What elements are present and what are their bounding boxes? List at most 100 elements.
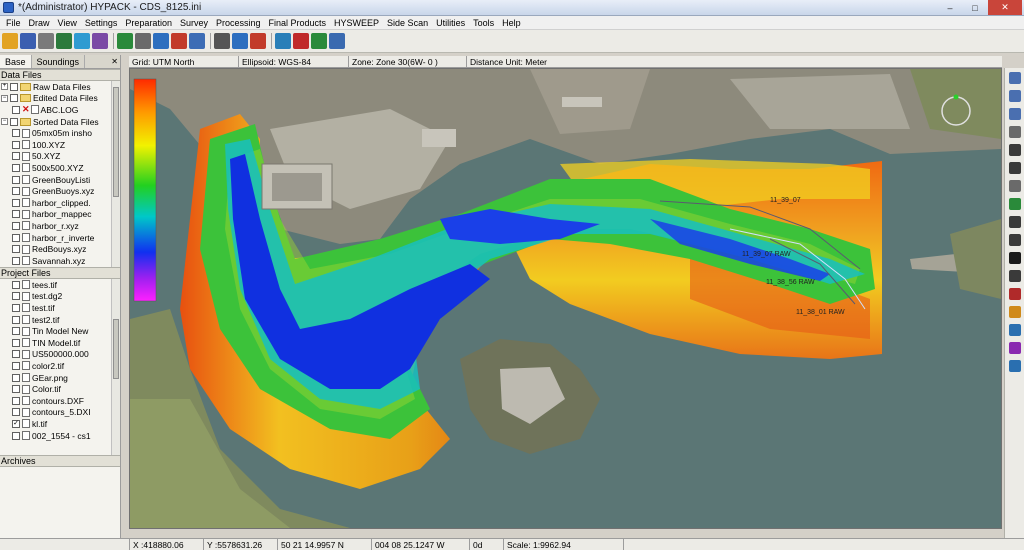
expand-toggle-icon[interactable]: − xyxy=(1,118,8,126)
color-map-icon[interactable] xyxy=(74,33,90,49)
profile-icon[interactable] xyxy=(275,33,291,49)
project-file-row[interactable]: contours.DXF xyxy=(0,395,120,407)
file-checkbox[interactable] xyxy=(12,221,20,230)
expand-toggle-icon[interactable]: − xyxy=(1,94,8,102)
menu-utilities[interactable]: Utilities xyxy=(432,18,469,28)
info-icon[interactable] xyxy=(1008,360,1021,372)
pencil-icon[interactable] xyxy=(1008,306,1021,318)
map-view[interactable]: 11_39_07 11_39_07 RAW 11_38_56 RAW 11_38… xyxy=(129,68,1002,529)
tree-file[interactable]: harbor_mappec xyxy=(0,209,120,221)
file-checkbox[interactable] xyxy=(12,385,20,394)
settings-icon[interactable] xyxy=(232,33,248,49)
grid-icon[interactable] xyxy=(189,33,205,49)
wand-icon[interactable] xyxy=(1008,342,1021,354)
pan-icon[interactable] xyxy=(1008,126,1021,138)
chart-icon[interactable] xyxy=(56,33,72,49)
menu-settings[interactable]: Settings xyxy=(81,18,122,28)
menu-side-scan[interactable]: Side Scan xyxy=(383,18,432,28)
arrow-icon[interactable] xyxy=(311,33,327,49)
project-file-row[interactable]: ✓ kl.tif xyxy=(0,418,120,430)
tree-file[interactable]: 500x500.XYZ xyxy=(0,162,120,174)
file-checkbox[interactable] xyxy=(12,175,20,184)
menu-file[interactable]: File xyxy=(2,18,25,28)
data-files-header[interactable]: Data Files xyxy=(0,69,120,81)
file-checkbox[interactable] xyxy=(10,94,18,103)
project-file-row[interactable]: Tin Model New xyxy=(0,325,120,337)
tree-folder[interactable]: − Sorted Data Files xyxy=(0,116,120,128)
file-checkbox[interactable] xyxy=(12,396,20,405)
scroll-thumb[interactable] xyxy=(113,87,119,197)
select-icon[interactable] xyxy=(1008,144,1021,156)
project-file-row[interactable]: test2.tif xyxy=(0,314,120,326)
file-checkbox[interactable] xyxy=(12,338,20,347)
archives-header[interactable]: Archives xyxy=(0,455,120,467)
checklist-icon[interactable] xyxy=(329,33,345,49)
menu-hysweep[interactable]: HYSWEEP xyxy=(330,18,383,28)
project-file-row[interactable]: US500000.000 xyxy=(0,349,120,361)
maximize-button[interactable]: □ xyxy=(963,0,987,15)
menu-draw[interactable]: Draw xyxy=(25,18,54,28)
file-checkbox[interactable] xyxy=(12,129,20,138)
data-files-scrollbar[interactable] xyxy=(111,81,120,267)
file-checkbox[interactable] xyxy=(12,361,20,370)
file-checkbox[interactable] xyxy=(10,82,18,91)
tree-file[interactable]: Savannah.xyz xyxy=(0,255,120,267)
boat-icon[interactable] xyxy=(153,33,169,49)
file-checkbox[interactable] xyxy=(10,117,18,126)
menu-final-products[interactable]: Final Products xyxy=(265,18,331,28)
node-icon[interactable] xyxy=(1008,198,1021,210)
tree-file[interactable]: 50.XYZ xyxy=(0,151,120,163)
file-checkbox[interactable] xyxy=(12,198,20,207)
project-file-row[interactable]: test.dg2 xyxy=(0,291,120,303)
tree-folder[interactable]: + Raw Data Files xyxy=(0,81,120,93)
tab-base[interactable]: Base xyxy=(0,55,32,68)
minimize-button[interactable]: – xyxy=(938,0,962,15)
project-file-row[interactable]: 002_1554 - cs1 xyxy=(0,430,120,442)
tab-soundings[interactable]: Soundings xyxy=(32,55,86,68)
print-icon[interactable] xyxy=(38,33,54,49)
globe-icon[interactable] xyxy=(117,33,133,49)
file-checkbox[interactable] xyxy=(12,327,20,336)
menu-tools[interactable]: Tools xyxy=(469,18,498,28)
cursor-icon[interactable] xyxy=(214,33,230,49)
select-line-icon[interactable] xyxy=(1008,162,1021,174)
tree-file[interactable]: ✕ ABC.LOG xyxy=(0,104,120,116)
layers-icon[interactable] xyxy=(1008,324,1021,336)
project-file-row[interactable]: GEar.png xyxy=(0,372,120,384)
project-file-row[interactable]: tees.tif xyxy=(0,279,120,291)
file-checkbox[interactable] xyxy=(12,233,20,242)
keyboard-icon[interactable] xyxy=(135,33,151,49)
open-folder-icon[interactable] xyxy=(2,33,18,49)
menu-survey[interactable]: Survey xyxy=(176,18,212,28)
tree-file[interactable]: GreenBuoys.xyz xyxy=(0,185,120,197)
file-checkbox[interactable] xyxy=(12,210,20,219)
tree-file[interactable]: 05mx05m insho xyxy=(0,127,120,139)
tree-file[interactable]: harbor_r.xyz xyxy=(0,220,120,232)
tree-file[interactable]: harbor_r_inverte xyxy=(0,232,120,244)
file-checkbox[interactable] xyxy=(12,105,20,114)
tree-folder[interactable]: − Edited Data Files xyxy=(0,93,120,105)
file-checkbox[interactable] xyxy=(12,163,20,172)
zoom-window-icon[interactable] xyxy=(1008,90,1021,102)
file-checkbox[interactable] xyxy=(12,373,20,382)
triangle-icon[interactable] xyxy=(293,33,309,49)
file-checkbox[interactable]: ✓ xyxy=(12,419,20,428)
project-file-row[interactable]: Color.tif xyxy=(0,383,120,395)
expand-toggle-icon[interactable]: + xyxy=(1,83,8,91)
tree-file[interactable]: GreenBouyListi xyxy=(0,174,120,186)
edit-icon[interactable] xyxy=(1008,270,1021,282)
save-icon[interactable] xyxy=(20,33,36,49)
text-icon[interactable] xyxy=(250,33,266,49)
move-icon[interactable] xyxy=(1008,234,1021,246)
file-checkbox[interactable] xyxy=(12,245,20,254)
file-checkbox[interactable] xyxy=(12,350,20,359)
file-checkbox[interactable] xyxy=(12,280,20,289)
file-checkbox[interactable] xyxy=(12,140,20,149)
project-files-header[interactable]: Project Files xyxy=(0,267,120,279)
tree-file[interactable]: harbor_clipped. xyxy=(0,197,120,209)
zoom-icon[interactable] xyxy=(1008,72,1021,84)
file-checkbox[interactable] xyxy=(12,152,20,161)
edit-line-icon[interactable] xyxy=(92,33,108,49)
rotate-icon[interactable] xyxy=(1008,216,1021,228)
measure-icon[interactable] xyxy=(1008,180,1021,192)
